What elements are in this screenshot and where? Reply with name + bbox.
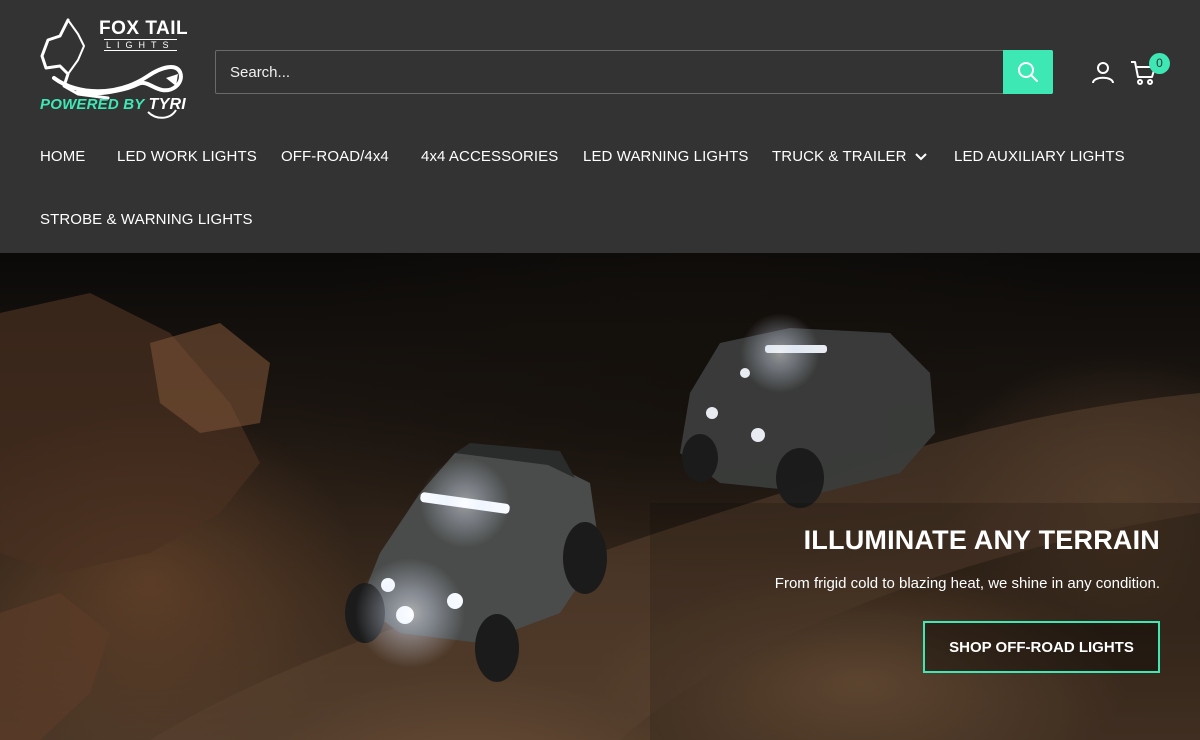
search-button[interactable] — [1003, 50, 1053, 94]
nav-item-led-warning-lights[interactable]: LED WARNING LIGHTS — [583, 148, 748, 165]
hero-subtitle: From frigid cold to blazing heat, we shi… — [774, 575, 1160, 592]
logo-subtitle: LIGHTS — [104, 39, 177, 51]
nav-item-led-auxiliary-lights[interactable]: LED AUXILIARY LIGHTS — [954, 148, 1125, 165]
cart-count-badge: 0 — [1149, 53, 1170, 74]
logo-powered-by: POWERED BY TYRI — [40, 96, 186, 114]
search-bar — [215, 50, 1053, 94]
chevron-down-icon — [914, 153, 927, 161]
search-input[interactable] — [216, 51, 1004, 93]
logo-wordmark: FOX TAIL — [99, 18, 189, 39]
nav-item-home[interactable]: HOME — [40, 148, 85, 165]
hero-title: ILLUMINATE ANY TERRAIN — [803, 525, 1160, 555]
shop-off-road-button[interactable]: SHOP OFF-ROAD LIGHTS — [923, 621, 1160, 673]
user-icon — [1092, 62, 1114, 84]
nav-item-label: TRUCK & TRAILER — [772, 148, 907, 165]
site-header: FOX TAIL LIGHTS POWERED BY TYRI 0 HOME L… — [0, 0, 1200, 253]
site-logo[interactable]: FOX TAIL LIGHTS POWERED BY TYRI — [38, 16, 188, 128]
nav-item-off-road[interactable]: OFF-ROAD/4x4 — [281, 148, 389, 165]
hero-banner: ILLUMINATE ANY TERRAIN From frigid cold … — [0, 253, 1200, 740]
nav-item-strobe-warning-lights[interactable]: STROBE & WARNING LIGHTS — [40, 211, 253, 228]
powered-by-brand: TYRI — [148, 96, 186, 113]
nav-item-4x4-accessories[interactable]: 4x4 ACCESSORIES — [421, 148, 558, 165]
powered-by-label: POWERED BY — [40, 96, 149, 113]
search-icon — [1018, 62, 1038, 82]
account-button[interactable] — [1091, 60, 1115, 84]
nav-item-led-work-lights[interactable]: LED WORK LIGHTS — [117, 148, 257, 165]
nav-item-truck-trailer[interactable]: TRUCK & TRAILER — [772, 148, 927, 165]
